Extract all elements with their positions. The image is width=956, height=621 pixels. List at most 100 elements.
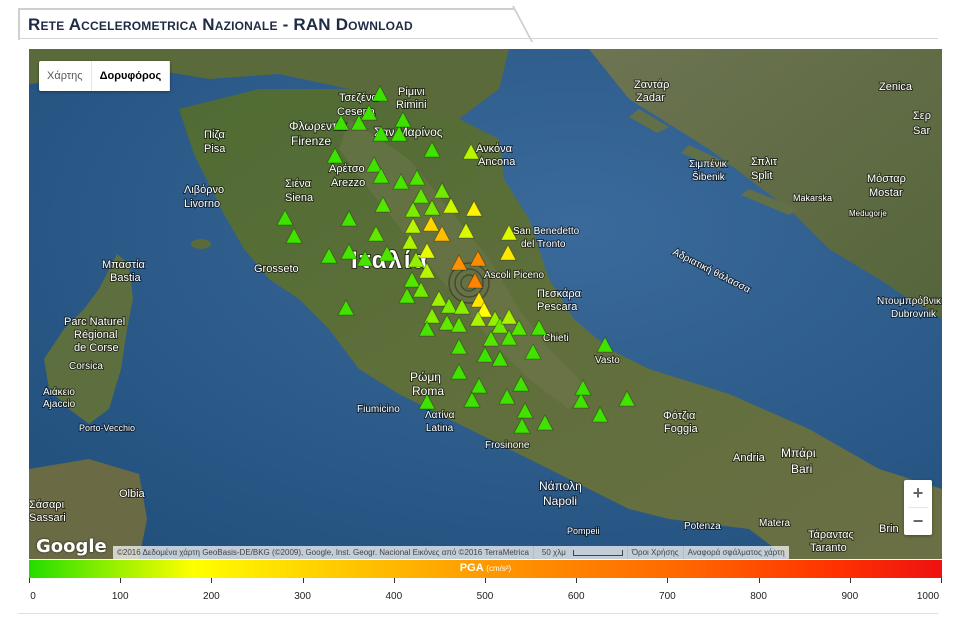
legend-tick bbox=[576, 578, 578, 583]
place-label: Makarska bbox=[793, 193, 832, 203]
scale-bar bbox=[572, 549, 623, 556]
place-label: Zenica bbox=[879, 81, 913, 93]
legend-tick bbox=[667, 578, 669, 583]
place-label: Ascoli Piceno bbox=[484, 270, 544, 281]
map-type-roadmap-button[interactable]: Χάρτης bbox=[39, 61, 92, 91]
place-label: Rimini bbox=[396, 99, 427, 111]
land-elba bbox=[191, 239, 211, 249]
legend-title-text: PGA bbox=[459, 562, 484, 574]
place-label: Λιβόρνο bbox=[184, 184, 224, 196]
terms-link[interactable]: Όροι Χρήσης bbox=[626, 546, 683, 559]
place-label: Πίζα bbox=[204, 129, 226, 141]
legend-tick-label: 300 bbox=[294, 591, 311, 602]
attribution-data: ©2016 Δεδομένα χάρτη GeoBasis-DE/BKG (©2… bbox=[117, 548, 529, 557]
place-label: Grosseto bbox=[254, 263, 299, 275]
place-label: Brin bbox=[879, 523, 899, 535]
legend-tick-label: 900 bbox=[841, 591, 859, 602]
page-frame: Rete Accelerometrica Nazionale - RAN Dow… bbox=[0, 0, 956, 621]
pga-color-scale: PGA (cm/s²) bbox=[29, 560, 942, 578]
place-label: Αρέτσο bbox=[329, 163, 365, 175]
place-label: Dubrovnik bbox=[891, 309, 937, 320]
legend-tick-label: 100 bbox=[111, 591, 129, 602]
place-label: Medugorje bbox=[849, 209, 887, 218]
legend-tick-label: 200 bbox=[203, 591, 220, 602]
place-label: Φότζια bbox=[663, 410, 696, 422]
place-label: Μπάρι bbox=[781, 446, 816, 460]
place-label: Αιάκειο bbox=[43, 386, 75, 398]
place-label: Bari bbox=[791, 462, 812, 476]
zoom-control[interactable]: + − bbox=[904, 480, 932, 535]
legend-tick bbox=[485, 578, 486, 583]
legend-axis: 0 100 200 300 400 500 600 700 800 900 1000 bbox=[29, 578, 942, 608]
satellite-map[interactable]: GenovaΦλωρεντίαFirenzeΠίζαPisaΛιβόρνοLiv… bbox=[29, 49, 942, 559]
legend-tick-label: 600 bbox=[567, 591, 585, 602]
place-label: Bastia bbox=[110, 272, 141, 284]
place-label: Νάπολη bbox=[539, 479, 582, 493]
place-label: Olbia bbox=[119, 488, 146, 500]
legend-tick-label: 1000 bbox=[916, 591, 940, 602]
place-label: Ντουμπρόβνικ bbox=[877, 295, 942, 307]
place-label: Porto-Vecchio bbox=[79, 423, 135, 433]
place-label: Pescara bbox=[537, 301, 578, 313]
place-label: Sar bbox=[913, 125, 930, 137]
zoom-out-button[interactable]: − bbox=[904, 508, 932, 535]
report-error-link[interactable]: Αναφορά σφάλματος χάρτη bbox=[682, 546, 789, 559]
place-label: San Benedetto bbox=[513, 226, 580, 237]
place-label: Arezzo bbox=[331, 177, 365, 189]
place-label: Ajaccio bbox=[43, 399, 76, 410]
legend-tick bbox=[393, 578, 395, 583]
header-rule bbox=[18, 38, 938, 39]
legend-tick-label: 0 bbox=[30, 591, 36, 602]
place-label: Μόσταρ bbox=[867, 173, 906, 185]
place-label: Ancona bbox=[478, 156, 516, 168]
place-label: Foggia bbox=[664, 423, 699, 435]
place-label: Zadar bbox=[636, 92, 665, 104]
legend-tick bbox=[211, 578, 213, 583]
place-label: Matera bbox=[759, 518, 791, 529]
legend-tick-label: 400 bbox=[385, 591, 403, 602]
place-label: Ανκόνα bbox=[476, 143, 513, 155]
legend-tick bbox=[758, 578, 760, 583]
legend-tick bbox=[29, 578, 30, 583]
place-label: Régional bbox=[74, 329, 117, 341]
place-label: Frosinone bbox=[485, 440, 530, 451]
place-label: Livorno bbox=[184, 198, 220, 210]
legend-tick bbox=[120, 578, 122, 583]
place-label: Taranto bbox=[810, 542, 847, 554]
scale-label: 50 χλμ bbox=[541, 548, 566, 557]
place-label: Σιμπένικ bbox=[689, 158, 728, 170]
place-label: Šibenik bbox=[692, 170, 726, 183]
legend-title: PGA (cm/s²) bbox=[29, 562, 942, 574]
place-label: Fiumicino bbox=[357, 404, 400, 415]
place-label: Firenze bbox=[291, 134, 331, 148]
legend-tick bbox=[849, 578, 851, 583]
scale-indicator[interactable]: 50 χλμ bbox=[532, 546, 627, 559]
place-label: Pompeii bbox=[567, 526, 600, 536]
place-label: Corsica bbox=[69, 361, 103, 372]
place-label: Potenza bbox=[684, 521, 721, 532]
page-title: Rete Accelerometrica Nazionale - RAN Dow… bbox=[28, 15, 413, 34]
place-label: Σερ bbox=[913, 110, 931, 122]
place-label: Pisa bbox=[204, 143, 226, 155]
map-attribution: ©2016 Δεδομένα χάρτη GeoBasis-DE/BKG (©2… bbox=[113, 546, 789, 559]
map-type-control[interactable]: Χάρτης Δορυφόρος bbox=[39, 61, 171, 91]
place-label: Split bbox=[751, 170, 772, 182]
place-label: Andria bbox=[733, 452, 766, 464]
legend-tick bbox=[941, 578, 942, 583]
place-label: Sassari bbox=[29, 512, 66, 524]
map-viewport[interactable]: GenovaΦλωρεντίαFirenzeΠίζαPisaΛιβόρνοLiv… bbox=[29, 49, 942, 559]
legend-tick-label: 700 bbox=[659, 591, 676, 602]
zoom-in-button[interactable]: + bbox=[904, 480, 932, 507]
map-type-satellite-button[interactable]: Δορυφόρος bbox=[92, 61, 171, 91]
place-label: de Corse bbox=[74, 342, 119, 354]
place-label: Latina bbox=[426, 423, 454, 434]
google-logo: Google bbox=[36, 536, 107, 557]
place-label: Σάσαρι bbox=[29, 499, 65, 511]
place-label: Mostar bbox=[869, 187, 903, 199]
place-label: Πεσκάρα bbox=[537, 288, 582, 300]
legend-tick-label: 800 bbox=[750, 591, 767, 602]
place-label: del Tronto bbox=[521, 239, 566, 250]
place-label: Τσεζένα bbox=[339, 92, 378, 104]
place-label: Ζαντάρ bbox=[634, 79, 669, 91]
place-label: Τάραντας bbox=[808, 529, 854, 541]
